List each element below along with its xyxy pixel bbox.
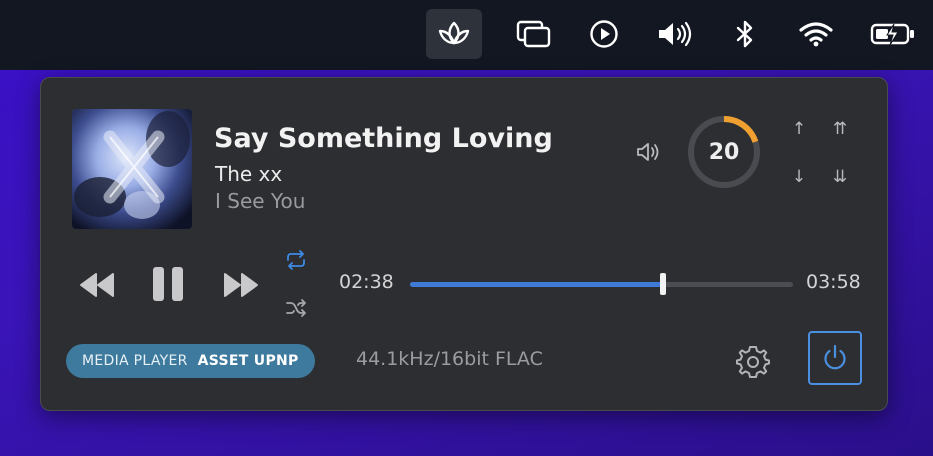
menu-bar	[0, 0, 933, 70]
volume-up-fast-button[interactable]: ⇈	[826, 115, 854, 143]
repeat-icon[interactable]	[283, 248, 309, 272]
volume-value: 20	[708, 139, 740, 165]
duration-time: 03:58	[806, 271, 861, 293]
windows-icon[interactable]	[506, 9, 562, 59]
source-badge[interactable]: MEDIA PLAYER ASSET UPNP	[66, 344, 315, 378]
elapsed-time: 02:38	[339, 271, 394, 293]
lotus-icon[interactable]	[426, 9, 482, 59]
power-button[interactable]	[808, 331, 862, 385]
player-panel: Say Something Loving The xx I See You 20…	[40, 77, 888, 411]
volume-down-button[interactable]: ↓	[785, 163, 813, 191]
track-artist: The xx	[215, 162, 283, 186]
seek-progress	[410, 282, 663, 287]
gear-icon[interactable]	[736, 344, 770, 382]
volume-speaker-icon[interactable]	[635, 140, 663, 168]
wifi-icon[interactable]	[788, 9, 844, 59]
track-album: I See You	[215, 189, 306, 213]
power-icon	[824, 344, 846, 370]
shuffle-icon[interactable]	[283, 296, 309, 320]
track-title: Say Something Loving	[214, 123, 553, 154]
battery-charging-icon[interactable]	[864, 9, 920, 59]
previous-icon[interactable]	[77, 267, 117, 303]
next-icon[interactable]	[221, 267, 261, 303]
source-name: ASSET UPNP	[197, 353, 299, 369]
play-circle-icon[interactable]	[576, 9, 632, 59]
speaker-icon[interactable]	[648, 9, 704, 59]
bluetooth-icon[interactable]	[717, 9, 773, 59]
pause-icon[interactable]	[149, 263, 187, 305]
seek-handle[interactable]	[660, 273, 666, 295]
volume-up-button[interactable]: ↑	[785, 115, 813, 143]
volume-down-fast-button[interactable]: ⇊	[826, 163, 854, 191]
album-art	[72, 109, 192, 229]
source-label: MEDIA PLAYER	[82, 353, 188, 369]
audio-format: 44.1kHz/16bit FLAC	[356, 348, 543, 370]
